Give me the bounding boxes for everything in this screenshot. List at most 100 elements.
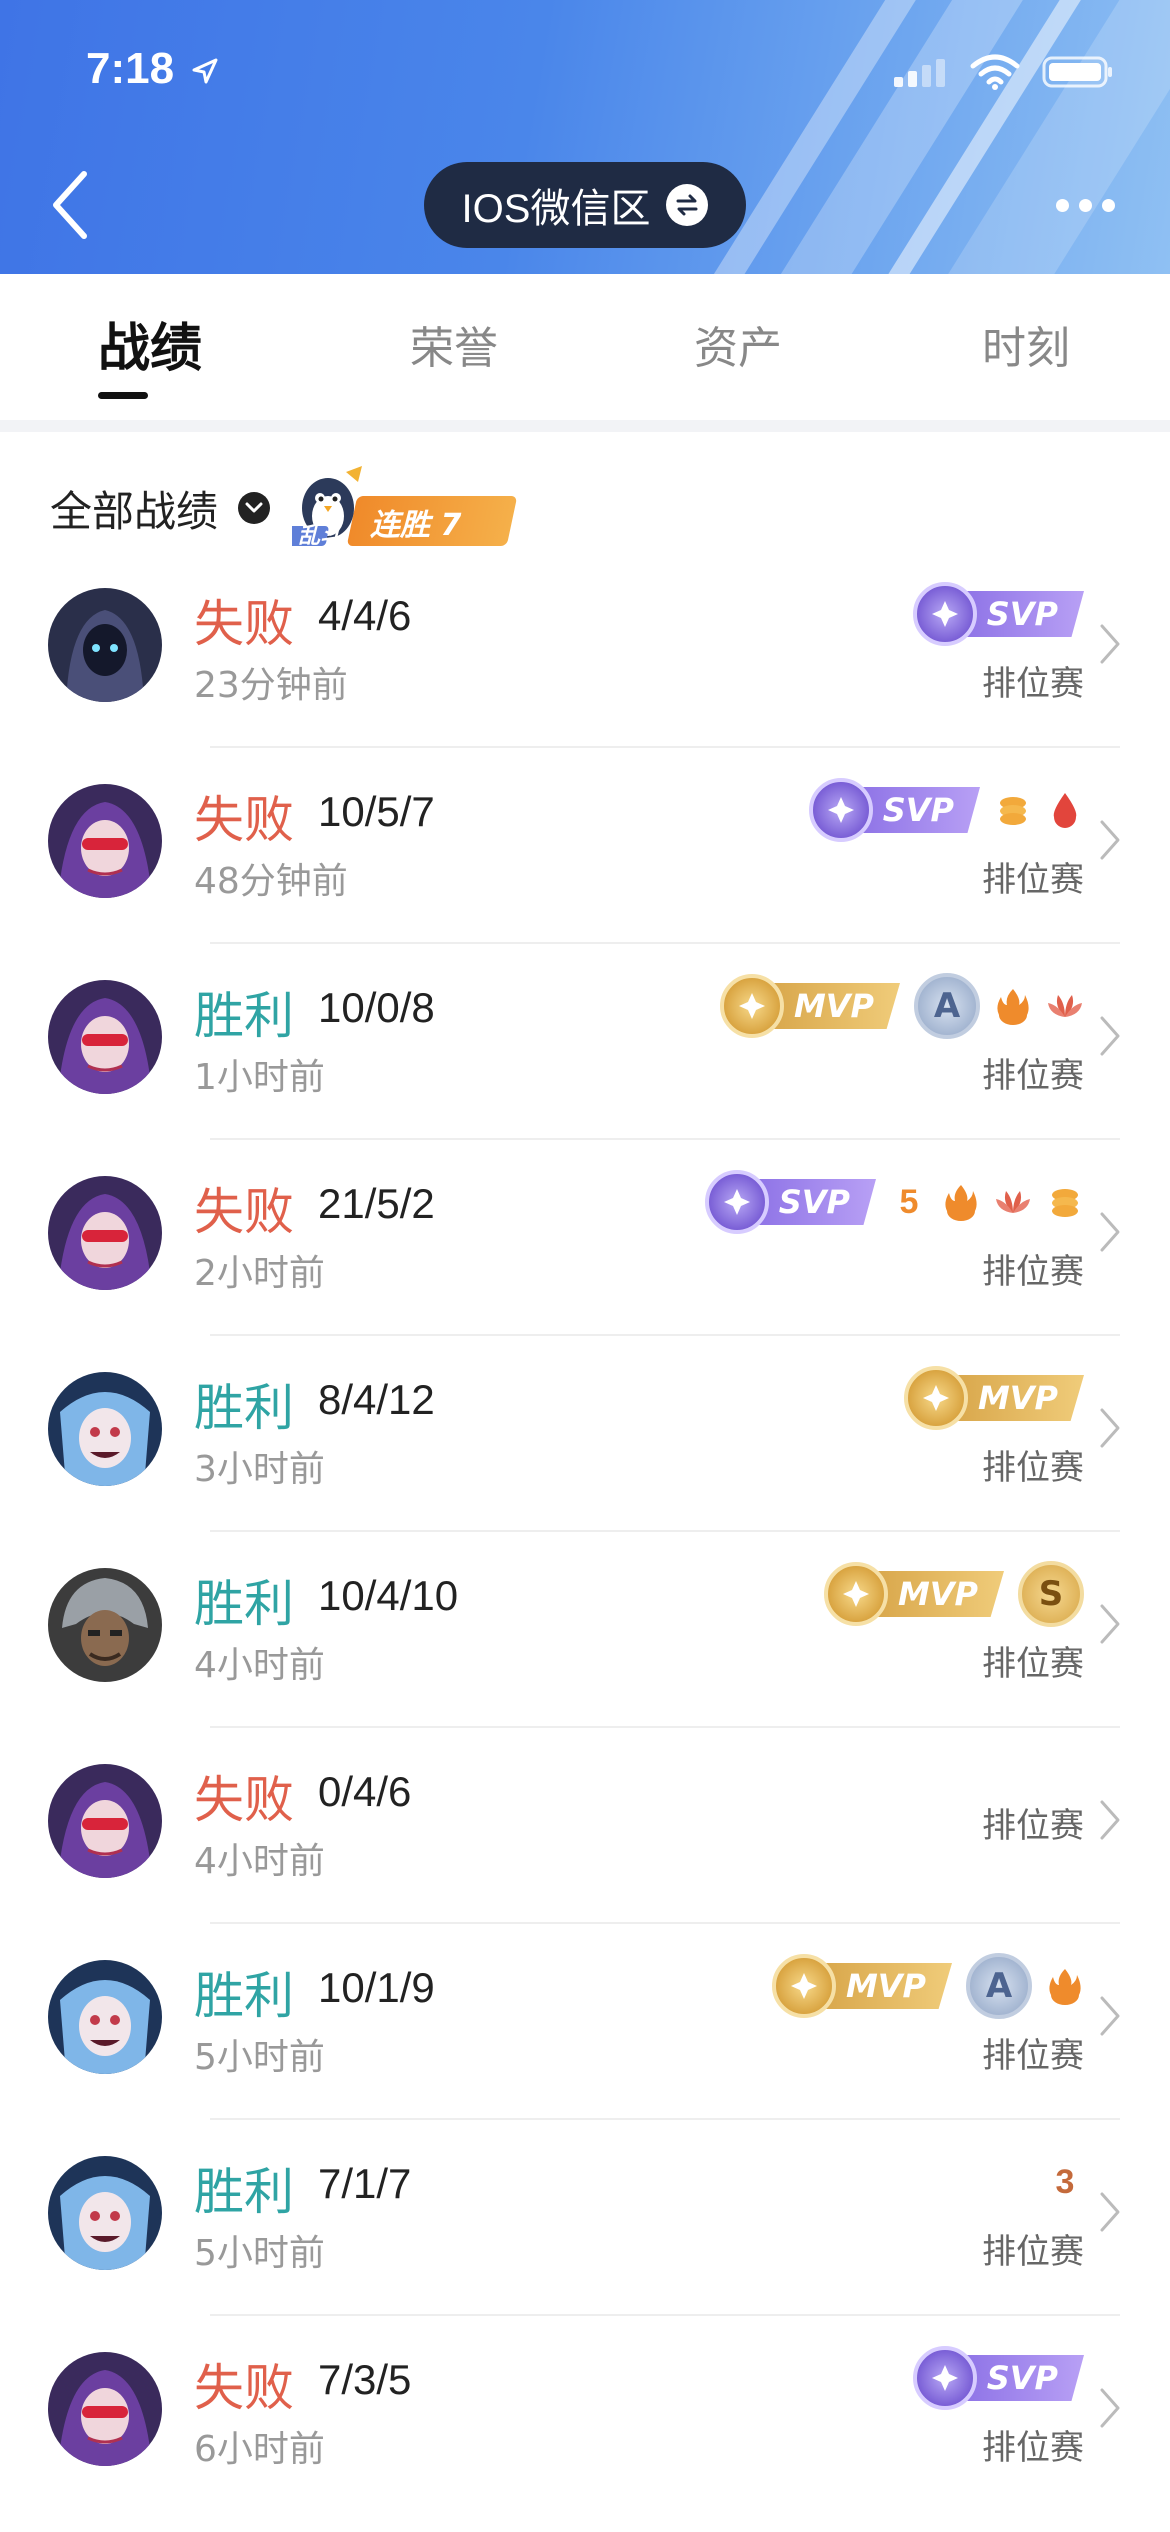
match-time: 1小时前: [194, 1057, 325, 1098]
chevron-right-icon: [1100, 1604, 1120, 1644]
joker-marksman-icon: [48, 1372, 162, 1486]
chevron-right-icon: [1100, 624, 1120, 664]
medal-label: MVP: [765, 983, 900, 1029]
chevron-right-icon: [1100, 1212, 1120, 1252]
match-mode: 排位赛: [982, 2036, 1084, 2076]
match-mode: 排位赛: [982, 1252, 1084, 1292]
match-row[interactable]: 胜利 10/4/10 4小时前 MVP S 排位赛: [0, 1532, 1170, 1728]
hooded-assassin-icon: [48, 588, 162, 702]
chevron-down-icon: [238, 492, 271, 524]
joker-marksman-icon: [48, 1960, 162, 2074]
match-result: 失败: [194, 791, 294, 849]
match-mode: 排位赛: [982, 1448, 1084, 1488]
svp-medal: SVP: [808, 778, 980, 842]
match-row[interactable]: 胜利 10/0/8 1小时前 MVP A 排位赛: [0, 944, 1170, 1140]
tab-active-indicator: [98, 392, 148, 399]
match-result: 失败: [194, 1771, 294, 1829]
server-switch-button[interactable]: IOS微信区: [424, 162, 746, 248]
medal-label: MVP: [869, 1571, 1004, 1617]
match-result: 胜利: [194, 1575, 294, 1633]
blood-drop-icon: [1046, 791, 1084, 829]
match-time: 4小时前: [194, 1841, 325, 1882]
records-filter[interactable]: 全部战绩: [50, 468, 271, 548]
match-kda: 7/1/7: [318, 2160, 412, 2207]
mvp-medal: MVP: [823, 1562, 1004, 1626]
battery-icon: [1042, 56, 1112, 88]
server-label: IOS微信区: [461, 187, 651, 231]
match-kda: 10/1/9: [318, 1964, 435, 2011]
match-result: 胜利: [194, 987, 294, 1045]
match-time: 23分钟前: [194, 665, 348, 706]
chevron-right-icon: [1100, 1408, 1120, 1448]
medal-label: MVP: [817, 1963, 952, 2009]
status-bar: 7:18: [0, 0, 1170, 140]
wifi-icon: [970, 54, 1020, 90]
cellular-signal-icon: [894, 59, 945, 87]
match-badges: 3: [1046, 2142, 1084, 2222]
swap-icon: [666, 184, 709, 226]
joker-marksman-icon: [48, 2156, 162, 2270]
match-mode: 排位赛: [982, 1806, 1084, 1846]
back-button[interactable]: [40, 160, 100, 250]
match-kda: 0/4/6: [318, 1768, 412, 1815]
gold-coins-icon: [994, 791, 1032, 829]
helmet-warrior-icon: [48, 1568, 162, 1682]
match-result: 胜利: [194, 2163, 294, 2221]
match-mode: 排位赛: [982, 2232, 1084, 2272]
app-header: 7:18 IOS微信区: [0, 0, 1170, 274]
lotus-icon: [994, 1183, 1032, 1221]
flame-icon: [1046, 1967, 1084, 2005]
masked-marksman-icon: [48, 980, 162, 1094]
triple-kill-icon: 3: [1055, 2162, 1075, 2201]
masked-marksman-icon: [48, 2352, 162, 2466]
more-options-button[interactable]: [1040, 178, 1130, 232]
match-row[interactable]: 胜利 10/1/9 5小时前 MVP A 排位赛: [0, 1924, 1170, 2120]
match-result: 失败: [194, 595, 294, 653]
tab-moments[interactable]: 时刻: [982, 312, 1070, 376]
star-medal-icon: [704, 1170, 769, 1234]
match-row[interactable]: 胜利 7/1/7 5小时前 3 排位赛: [0, 2120, 1170, 2316]
match-time: 6小时前: [194, 2429, 325, 2470]
star-medal-icon: [808, 778, 873, 842]
star-medal-icon: [823, 1562, 888, 1626]
match-kda: 8/4/12: [318, 1376, 435, 1423]
match-badges: SVP: [912, 574, 1084, 654]
chevron-right-icon: [1100, 1016, 1120, 1056]
tab-honors[interactable]: 荣誉: [410, 312, 498, 376]
chevron-right-icon: [1100, 820, 1120, 860]
match-kda: 4/4/6: [318, 592, 412, 639]
match-row[interactable]: 失败 10/5/7 48分钟前 SVP 排位赛: [0, 748, 1170, 944]
match-row[interactable]: 失败 7/3/5 6小时前 SVP 排位赛: [0, 2316, 1170, 2512]
chevron-right-icon: [1100, 2388, 1120, 2428]
svp-medal: SVP: [912, 2346, 1084, 2410]
match-row[interactable]: 胜利 8/4/12 3小时前 MVP 排位赛: [0, 1336, 1170, 1532]
match-row[interactable]: 失败 21/5/2 2小时前 SVP 5 排位赛: [0, 1140, 1170, 1336]
match-badges: MVP: [903, 1358, 1084, 1438]
match-time: 48分钟前: [194, 861, 348, 902]
match-kda: 21/5/2: [318, 1180, 435, 1227]
masked-marksman-icon: [48, 1764, 162, 1878]
star-medal-icon: [912, 2346, 977, 2410]
svp-medal: SVP: [704, 1170, 876, 1234]
flame-icon: [994, 987, 1032, 1025]
match-badges: MVP A: [719, 966, 1084, 1046]
match-mode: 排位赛: [982, 664, 1084, 704]
medal-label: SVP: [958, 591, 1084, 637]
match-row[interactable]: 失败 0/4/6 4小时前 排位赛: [0, 1728, 1170, 1924]
medal-label: SVP: [750, 1179, 876, 1225]
star-medal-icon: [719, 974, 784, 1038]
match-result: 胜利: [194, 1379, 294, 1437]
match-badges: MVP S: [823, 1554, 1084, 1634]
chevron-right-icon: [1100, 1800, 1120, 1840]
lotus-icon: [1046, 987, 1084, 1025]
tab-assets[interactable]: 资产: [694, 312, 782, 376]
match-time: 5小时前: [194, 2037, 325, 2078]
more-dot: [1055, 198, 1069, 212]
rank-a-icon: A: [966, 1953, 1032, 2019]
masked-marksman-icon: [48, 1176, 162, 1290]
tab-records[interactable]: 战绩: [98, 306, 202, 381]
svp-medal: SVP: [912, 582, 1084, 646]
rank-a-icon: A: [914, 973, 980, 1039]
match-row[interactable]: 失败 4/4/6 23分钟前 SVP 排位赛: [0, 552, 1170, 748]
match-badges: SVP: [808, 770, 1084, 850]
